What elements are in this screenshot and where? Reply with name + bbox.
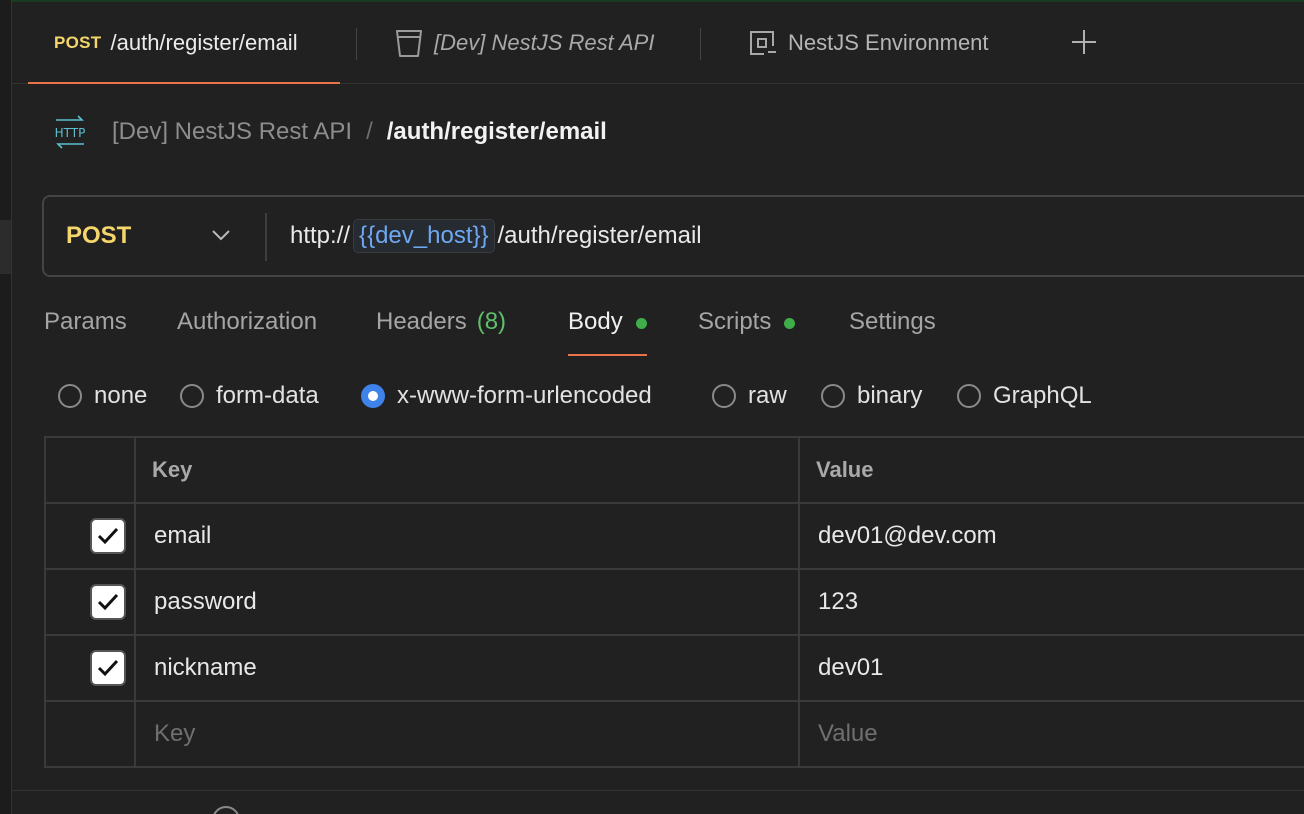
- tab-label: /auth/register/email: [110, 29, 298, 55]
- tab-settings-label: Settings: [849, 308, 936, 335]
- check-icon: [97, 527, 119, 545]
- chevron-down-icon: [210, 225, 232, 250]
- radio-label: form-data: [216, 382, 319, 409]
- row-checkbox[interactable]: [90, 518, 126, 554]
- rail-marker: [0, 220, 11, 274]
- table-row: password 123: [44, 568, 1304, 636]
- tab-authorization-label: Authorization: [177, 308, 318, 335]
- url-variable[interactable]: {{dev_host}}: [353, 219, 495, 253]
- params-table: Key Value email dev01@dev.com password 1…: [44, 436, 1304, 768]
- collection-icon: [394, 27, 424, 59]
- tab-headers[interactable]: Headers (8): [376, 300, 506, 356]
- value-cell[interactable]: 123: [798, 568, 1304, 636]
- breadcrumb-separator: /: [366, 118, 373, 145]
- scripts-indicator-dot: [784, 318, 796, 329]
- info-icon[interactable]: [212, 806, 240, 814]
- breadcrumb: HTTP [Dev] NestJS Rest API / /auth/regis…: [52, 112, 607, 152]
- bottom-divider: [12, 790, 1304, 791]
- value-placeholder-input[interactable]: Value: [798, 700, 1304, 768]
- tab-collection[interactable]: [Dev] NestJS Rest API: [394, 2, 654, 83]
- tab-separator: [356, 28, 357, 60]
- radio-button[interactable]: [58, 384, 82, 408]
- table-row: email dev01@dev.com: [44, 502, 1304, 570]
- row-checkbox-cell: [44, 502, 136, 570]
- tab-environment[interactable]: NestJS Environment: [748, 2, 989, 83]
- body-type-graphql[interactable]: GraphQL: [957, 378, 1092, 414]
- column-header-value: Value: [798, 436, 1304, 504]
- value-cell[interactable]: dev01: [798, 634, 1304, 702]
- radio-label: binary: [857, 382, 923, 409]
- svg-text:HTTP: HTTP: [55, 126, 86, 140]
- row-checkbox[interactable]: [90, 584, 126, 620]
- body-type-binary[interactable]: binary: [821, 378, 922, 414]
- http-icon: HTTP: [52, 115, 88, 149]
- tab-params-label: Params: [44, 308, 127, 335]
- tab-scripts-label: Scripts: [698, 308, 772, 335]
- radio-button[interactable]: [712, 384, 736, 408]
- key-cell[interactable]: email: [134, 502, 800, 570]
- tab-method-label: POST: [54, 32, 102, 52]
- radio-label: GraphQL: [993, 382, 1092, 409]
- method-select[interactable]: POST: [44, 197, 266, 275]
- check-icon: [97, 593, 119, 611]
- url-input[interactable]: http:// {{dev_host}} /auth/register/emai…: [290, 197, 702, 275]
- left-rail: [0, 0, 12, 814]
- tab-authorization[interactable]: Authorization: [177, 300, 317, 356]
- tab-headers-label: Headers: [376, 308, 467, 335]
- body-type-raw[interactable]: raw: [712, 378, 787, 414]
- method-label: POST: [66, 222, 132, 249]
- row-checkbox-cell-empty: [44, 700, 136, 768]
- body-type-none[interactable]: none: [58, 378, 147, 414]
- tab-params[interactable]: Params: [44, 300, 127, 356]
- body-indicator-dot: [635, 318, 647, 329]
- table-header-row: Key Value: [44, 436, 1304, 504]
- url-divider: [265, 213, 267, 261]
- radio-label: none: [94, 382, 148, 409]
- url-path: /auth/register/email: [497, 222, 702, 249]
- app-window: POST /auth/register/email [Dev] NestJS R…: [0, 0, 1304, 814]
- url-bar: POST http:// {{dev_host}} /auth/register…: [42, 195, 1304, 277]
- headers-count: (8): [476, 308, 507, 335]
- environment-icon: [748, 28, 778, 58]
- tab-bar: POST /auth/register/email [Dev] NestJS R…: [12, 2, 1304, 84]
- body-type-form-data[interactable]: form-data: [180, 378, 319, 414]
- tab-settings[interactable]: Settings: [849, 300, 936, 356]
- tab-separator: [700, 28, 701, 60]
- breadcrumb-collection[interactable]: [Dev] NestJS Rest API: [112, 118, 352, 146]
- key-cell[interactable]: password: [134, 568, 800, 636]
- row-checkbox-cell: [44, 568, 136, 636]
- radio-label: raw: [748, 382, 787, 409]
- url-scheme: http://: [290, 222, 351, 249]
- tab-environment-label: NestJS Environment: [788, 29, 989, 55]
- breadcrumb-current[interactable]: /auth/register/email: [387, 118, 607, 146]
- row-checkbox[interactable]: [90, 650, 126, 686]
- tab-register-email[interactable]: POST /auth/register/email: [28, 2, 340, 84]
- check-icon: [97, 659, 119, 677]
- table-row: nickname dev01: [44, 634, 1304, 702]
- tab-scripts[interactable]: Scripts: [698, 300, 796, 356]
- radio-button[interactable]: [957, 384, 981, 408]
- key-placeholder-input[interactable]: Key: [134, 700, 800, 768]
- header-checkbox-column: [44, 436, 136, 504]
- column-header-key: Key: [134, 436, 800, 504]
- key-cell[interactable]: nickname: [134, 634, 800, 702]
- radio-button[interactable]: [180, 384, 204, 408]
- value-cell[interactable]: dev01@dev.com: [798, 502, 1304, 570]
- table-row-new: Key Value: [44, 700, 1304, 768]
- tab-collection-label: [Dev] NestJS Rest API: [434, 29, 655, 55]
- body-type-urlencoded[interactable]: x-www-form-urlencoded: [361, 378, 652, 414]
- plus-icon[interactable]: [1068, 26, 1100, 58]
- row-checkbox-cell: [44, 634, 136, 702]
- tab-body[interactable]: Body: [568, 300, 647, 356]
- radio-label: x-www-form-urlencoded: [397, 382, 652, 409]
- radio-button-selected[interactable]: [361, 384, 385, 408]
- radio-button[interactable]: [821, 384, 845, 408]
- tab-body-label: Body: [568, 308, 623, 335]
